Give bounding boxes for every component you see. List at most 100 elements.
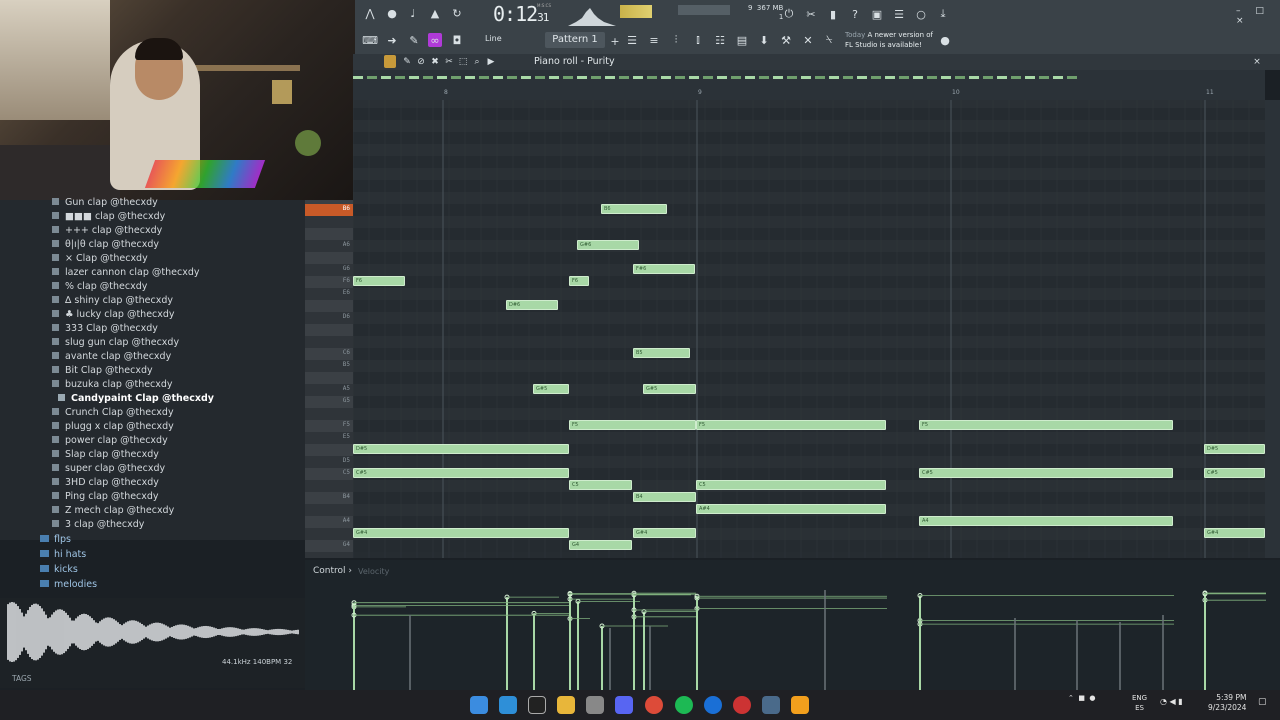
notion-icon[interactable] <box>528 696 546 714</box>
paint-tool-icon[interactable]: ✎ <box>400 55 414 69</box>
touch-icon[interactable]: ✕ <box>801 33 815 47</box>
browser-folder[interactable]: flps <box>40 533 71 547</box>
note[interactable]: C5 <box>696 480 886 490</box>
snap-icon[interactable]: ∞ <box>428 33 442 47</box>
draw-tool-icon[interactable] <box>384 55 396 68</box>
line-mode-select[interactable]: Line <box>485 34 502 43</box>
piano-key[interactable] <box>305 480 353 492</box>
browser-item[interactable]: Ping clap @thecxdy <box>52 490 159 504</box>
note[interactable]: G#4 <box>353 528 569 538</box>
browser-icon[interactable]: ☷ <box>713 33 727 47</box>
master-volume[interactable] <box>678 5 730 15</box>
chat-icon[interactable]: ○ <box>914 7 928 21</box>
note[interactable]: C5 <box>569 480 632 490</box>
browser-item[interactable]: slug gun clap @thecxdy <box>52 336 179 350</box>
note[interactable]: G#6 <box>577 240 639 250</box>
mixer-icon[interactable]: ⫶ <box>669 33 683 47</box>
update-hint[interactable]: Today A newer version of FL Studio is av… <box>845 30 937 50</box>
piano-key[interactable] <box>305 324 353 336</box>
velocity-mode[interactable]: Velocity <box>358 567 389 576</box>
piano-key[interactable] <box>305 300 353 312</box>
widgets-icon[interactable] <box>499 696 517 714</box>
browser-item[interactable]: Bit Clap @thecxdy <box>52 364 153 378</box>
update-icon[interactable]: ● <box>938 33 952 47</box>
piano-icon[interactable]: ⌨ <box>362 33 378 47</box>
note[interactable]: G#4 <box>1204 528 1265 538</box>
browser-item[interactable]: Z mech clap @thecxdy <box>52 504 174 518</box>
vertical-scrollbar[interactable] <box>1265 100 1280 558</box>
browser-item[interactable]: % clap @thecxdy <box>52 280 147 294</box>
brush-icon[interactable]: ✎ <box>407 33 421 47</box>
note[interactable]: B6 <box>601 204 667 214</box>
slice-tool-icon[interactable]: ✂ <box>442 55 456 69</box>
piano-key[interactable] <box>305 372 353 384</box>
save-icon[interactable]: ▣ <box>870 7 884 21</box>
browser-item[interactable]: ∆ shiny clap @thecxdy <box>52 294 173 308</box>
piano-keys[interactable]: B6 A6 G6 F6 E6 D6 C6 B5 A5 G5 F5 E5 D5 C5 B4 A4 G4 <box>305 200 353 558</box>
notification-icon[interactable]: ▢ <box>1258 697 1267 707</box>
note[interactable]: F6 <box>569 276 589 286</box>
note[interactable]: A4 <box>919 516 1173 526</box>
help-icon[interactable]: ? <box>848 7 862 21</box>
settings-icon[interactable] <box>586 696 604 714</box>
pattern-select[interactable]: Pattern 1 <box>545 32 605 48</box>
note[interactable]: F5 <box>696 420 886 430</box>
stamp-icon[interactable]: ◘ <box>450 33 464 47</box>
note[interactable]: D#5 <box>1204 444 1265 454</box>
record-icon[interactable]: ● <box>385 6 399 20</box>
browser-item[interactable]: avante clap @thecxdy <box>52 350 171 364</box>
pen-tool-icon[interactable]: ⚒ <box>779 33 793 47</box>
reset-icon[interactable]: ⏻ <box>782 7 796 21</box>
faders-icon[interactable]: ⫾ <box>691 33 705 47</box>
note[interactable]: F5 <box>569 420 696 430</box>
plugin-picker-icon[interactable]: ▤ <box>735 33 749 47</box>
play-icon[interactable]: ➜ <box>385 33 399 47</box>
browser-item[interactable]: × Clap @thecxdy <box>52 252 148 266</box>
browser-item[interactable]: θ|ı|θ clap @thecxdy <box>52 238 159 252</box>
browser-folder[interactable]: kicks <box>40 563 78 577</box>
tempo-icon[interactable]: ♩ <box>406 6 420 20</box>
browser-item[interactable]: Candypaint Clap @thecxdy <box>58 392 214 406</box>
browser-folder[interactable]: melodies <box>40 578 97 592</box>
note[interactable]: A#4 <box>696 504 886 514</box>
browser-item[interactable]: +++ clap @thecxdy <box>52 224 162 238</box>
mic-tool-icon[interactable]: ⬇ <box>757 33 771 47</box>
piano-key[interactable] <box>305 216 353 228</box>
browser-item[interactable]: Crunch Clap @thecxdy <box>52 406 174 420</box>
piano-key[interactable] <box>305 228 353 240</box>
piano-key[interactable] <box>305 408 353 420</box>
app-icon[interactable] <box>762 696 780 714</box>
cart-icon[interactable]: ⍀ <box>822 33 836 47</box>
note[interactable]: G#4 <box>633 528 696 538</box>
wifi-sound-battery-icons[interactable]: ◔ ◀ ▮ <box>1160 697 1183 706</box>
piano-roll-close-icon[interactable]: × <box>1250 55 1264 69</box>
note[interactable]: G4 <box>569 540 632 550</box>
zoom-tool-icon[interactable]: ⌕ <box>470 55 484 69</box>
note[interactable]: C#5 <box>353 468 569 478</box>
input-language[interactable]: ENG ES <box>1132 693 1147 713</box>
plugin-icon[interactable]: ☰ <box>892 7 906 21</box>
note[interactable]: B4 <box>633 492 696 502</box>
window-controls[interactable]: – □ × <box>1236 6 1280 26</box>
piano-key[interactable] <box>305 252 353 264</box>
mic-icon[interactable]: ▮ <box>826 7 840 21</box>
discord-icon[interactable] <box>615 696 633 714</box>
file-explorer-icon[interactable] <box>557 696 575 714</box>
browser-item[interactable]: Slap clap @thecxdy <box>52 448 159 462</box>
browser-item[interactable]: 3 clap @thecxdy <box>52 518 144 532</box>
channel-rack-icon[interactable]: ≡ <box>647 33 661 47</box>
menu-icon[interactable]: ⋀ <box>363 6 377 20</box>
browser-item[interactable]: ♣ lucky clap @thecxdy <box>52 308 175 322</box>
obs-icon[interactable] <box>733 696 751 714</box>
cut-icon[interactable]: ✂ <box>804 7 818 21</box>
add-pattern-icon[interactable]: + <box>608 34 622 48</box>
velocity-lane[interactable] <box>305 560 1280 690</box>
start-icon[interactable] <box>470 696 488 714</box>
browser-item[interactable]: 3HD clap @thecxdy <box>52 476 159 490</box>
fl-studio-icon[interactable] <box>791 696 809 714</box>
note[interactable]: B5 <box>633 348 690 358</box>
browser-item[interactable]: power clap @thecxdy <box>52 434 168 448</box>
mute-tool-icon[interactable]: ✖ <box>428 55 442 69</box>
delete-tool-icon[interactable]: ⊘ <box>414 55 428 69</box>
browser-item[interactable]: 333 Clap @thecxdy <box>52 322 158 336</box>
